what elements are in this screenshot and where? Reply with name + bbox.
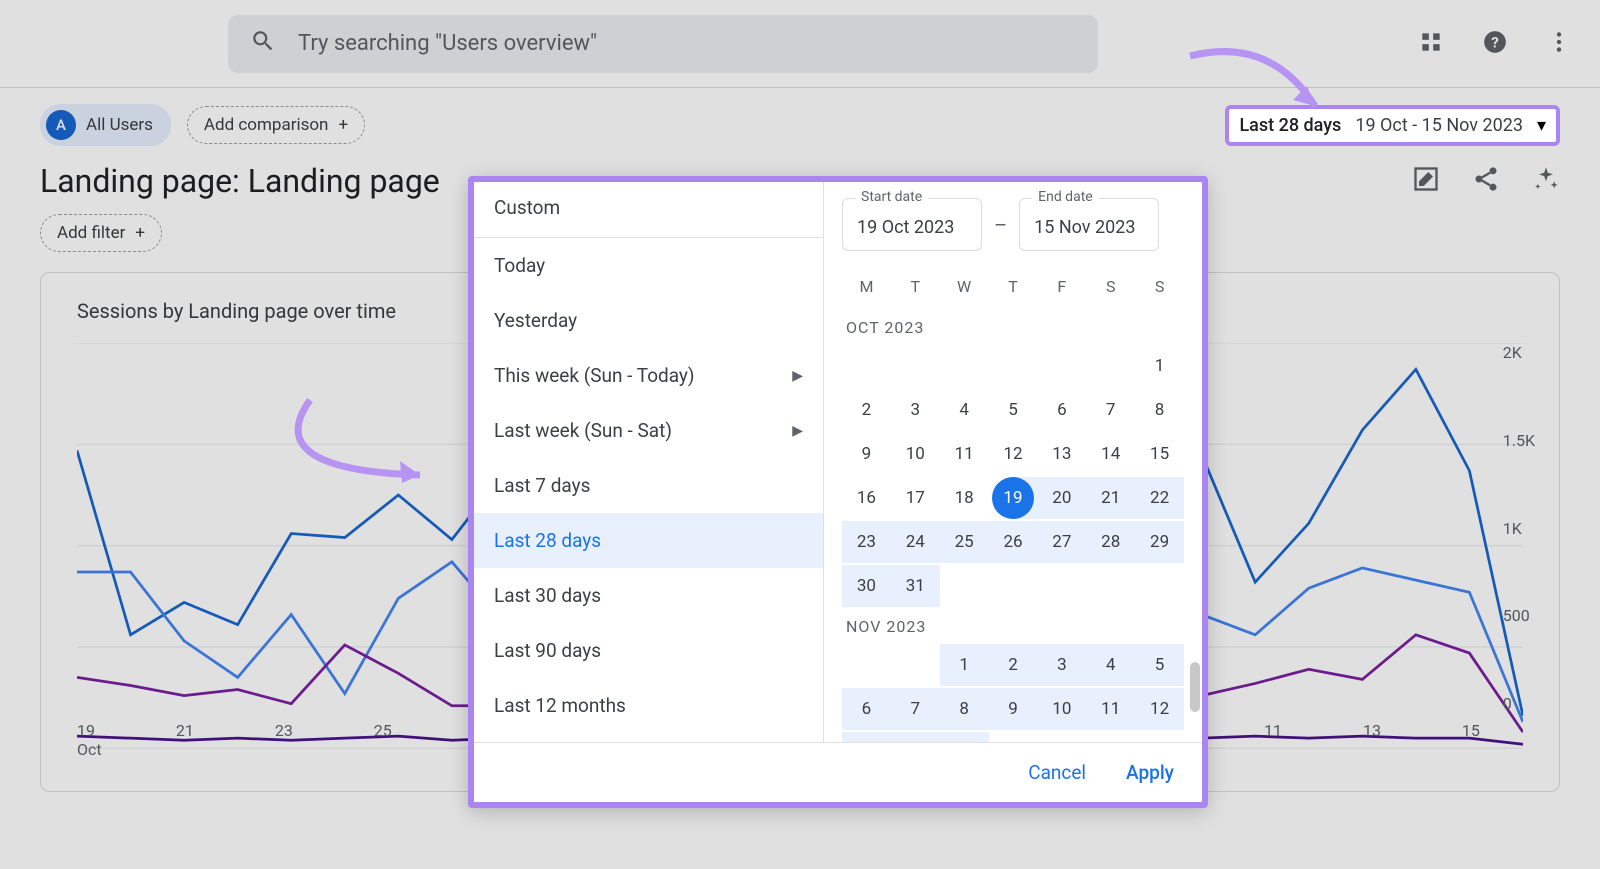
- add-filter-button[interactable]: Add filter +: [40, 214, 162, 252]
- calendar-day[interactable]: 2: [842, 389, 891, 431]
- cancel-button[interactable]: Cancel: [1028, 761, 1086, 784]
- calendar-day[interactable]: 9: [989, 688, 1038, 730]
- svg-text:?: ?: [1491, 33, 1499, 51]
- calendar-day[interactable]: 17: [891, 477, 940, 519]
- calendar-day[interactable]: 19: [989, 477, 1038, 519]
- calendar-day[interactable]: 31: [891, 565, 940, 607]
- insights-icon[interactable]: [1532, 165, 1560, 197]
- start-date-input[interactable]: Start date 19 Oct 2023: [842, 198, 982, 251]
- calendar-panel: Start date 19 Oct 2023 – End date 15 Nov…: [824, 182, 1202, 742]
- calendar-day[interactable]: 29: [1135, 521, 1184, 563]
- search-input[interactable]: Try searching "Users overview": [228, 15, 1098, 73]
- calendar-day[interactable]: 2: [989, 644, 1038, 686]
- search-placeholder: Try searching "Users overview": [298, 31, 597, 56]
- calendar-oct[interactable]: 1234567891011121314151617181920212223242…: [842, 345, 1184, 607]
- calendar-nov[interactable]: 123456789101112131415: [842, 644, 1184, 742]
- calendar-day[interactable]: 11: [940, 433, 989, 475]
- calendar-day[interactable]: 3: [1037, 644, 1086, 686]
- month-label-nov: NOV 2023: [842, 607, 1184, 644]
- top-bar: Try searching "Users overview" ?: [0, 0, 1600, 88]
- add-comparison-button[interactable]: Add comparison +: [187, 106, 365, 144]
- y-axis-labels: 2K1.5K1K5000: [1463, 343, 1535, 713]
- segment-chip-all-users[interactable]: A All Users: [40, 104, 171, 146]
- calendar-day[interactable]: 6: [842, 688, 891, 730]
- calendar-day[interactable]: 15: [1135, 433, 1184, 475]
- calendar-day[interactable]: 11: [1086, 688, 1135, 730]
- calendar-day[interactable]: 1: [940, 644, 989, 686]
- preset-option[interactable]: Last 90 days: [474, 623, 823, 678]
- calendar-day[interactable]: 30: [842, 565, 891, 607]
- end-date-input[interactable]: End date 15 Nov 2023: [1019, 198, 1159, 251]
- date-range-dropdown[interactable]: Last 28 days 19 Oct - 15 Nov 2023 ▾: [1225, 105, 1560, 146]
- preset-option[interactable]: Last 12 months: [474, 678, 823, 733]
- chevron-down-icon: ▾: [1537, 115, 1546, 136]
- scrollbar-thumb[interactable]: [1190, 662, 1200, 712]
- help-icon[interactable]: ?: [1482, 29, 1508, 59]
- calendar-day[interactable]: 23: [842, 521, 891, 563]
- calendar-day[interactable]: 1: [1135, 345, 1184, 387]
- customize-icon[interactable]: [1412, 165, 1440, 197]
- calendar-day[interactable]: 21: [1086, 477, 1135, 519]
- date-range-dash: –: [994, 213, 1007, 237]
- share-icon[interactable]: [1472, 165, 1500, 197]
- month-label-oct: OCT 2023: [842, 308, 1184, 345]
- plus-icon: +: [338, 115, 348, 135]
- calendar-day[interactable]: 14: [1086, 433, 1135, 475]
- calendar-day[interactable]: 25: [940, 521, 989, 563]
- search-icon: [250, 28, 276, 60]
- calendar-day[interactable]: 12: [989, 433, 1038, 475]
- calendar-day[interactable]: 9: [842, 433, 891, 475]
- date-preset-label: Last 28 days: [1239, 115, 1341, 136]
- calendar-day[interactable]: 7: [1086, 389, 1135, 431]
- calendar-day[interactable]: 10: [1037, 688, 1086, 730]
- calendar-day[interactable]: 8: [1135, 389, 1184, 431]
- preset-option[interactable]: Last 28 days: [474, 513, 823, 568]
- preset-list[interactable]: CustomTodayYesterdayThis week (Sun - Tod…: [474, 182, 824, 742]
- calendar-day[interactable]: 27: [1037, 521, 1086, 563]
- calendar-day[interactable]: 4: [1086, 644, 1135, 686]
- calendar-day[interactable]: 3: [891, 389, 940, 431]
- calendar-day[interactable]: 10: [891, 433, 940, 475]
- calendar-day[interactable]: 5: [1135, 644, 1184, 686]
- calendar-day[interactable]: 22: [1135, 477, 1184, 519]
- more-icon[interactable]: [1546, 29, 1572, 59]
- preset-option[interactable]: This week (Sun - Today)▶: [474, 348, 823, 403]
- calendar-day[interactable]: 24: [891, 521, 940, 563]
- apps-icon[interactable]: [1418, 29, 1444, 59]
- calendar-day[interactable]: 18: [940, 477, 989, 519]
- plus-icon: +: [135, 223, 145, 243]
- preset-option[interactable]: Last week (Sun - Sat)▶: [474, 403, 823, 458]
- calendar-day[interactable]: 13: [842, 732, 891, 742]
- calendar-day[interactable]: 16: [842, 477, 891, 519]
- calendar-day[interactable]: 6: [1037, 389, 1086, 431]
- calendar-day[interactable]: 26: [989, 521, 1038, 563]
- calendar-day[interactable]: 14: [891, 732, 940, 742]
- segment-label: All Users: [86, 115, 153, 135]
- calendar-day[interactable]: 13: [1037, 433, 1086, 475]
- calendar-day[interactable]: 12: [1135, 688, 1184, 730]
- segment-row: A All Users Add comparison + Last 28 day…: [0, 88, 1600, 162]
- calendar-day[interactable]: 15: [940, 732, 989, 742]
- calendar-day[interactable]: 7: [891, 688, 940, 730]
- calendar-day[interactable]: 4: [940, 389, 989, 431]
- preset-option[interactable]: Today: [474, 238, 823, 293]
- calendar-day[interactable]: 8: [940, 688, 989, 730]
- segment-avatar: A: [46, 110, 76, 140]
- preset-option[interactable]: Last 30 days: [474, 568, 823, 623]
- calendar-day[interactable]: 5: [989, 389, 1038, 431]
- date-range-popup: CustomTodayYesterdayThis week (Sun - Tod…: [468, 176, 1208, 808]
- preset-option[interactable]: Last 7 days: [474, 458, 823, 513]
- calendar-day[interactable]: 20: [1037, 477, 1086, 519]
- page-title: Landing page: Landing page: [40, 162, 440, 200]
- weekday-header: MTWTFSS: [842, 277, 1184, 296]
- preset-option[interactable]: Custom: [474, 182, 823, 238]
- date-range-label: 19 Oct - 15 Nov 2023: [1355, 115, 1523, 136]
- calendar-day[interactable]: 28: [1086, 521, 1135, 563]
- preset-option[interactable]: Yesterday: [474, 293, 823, 348]
- apply-button[interactable]: Apply: [1126, 761, 1174, 784]
